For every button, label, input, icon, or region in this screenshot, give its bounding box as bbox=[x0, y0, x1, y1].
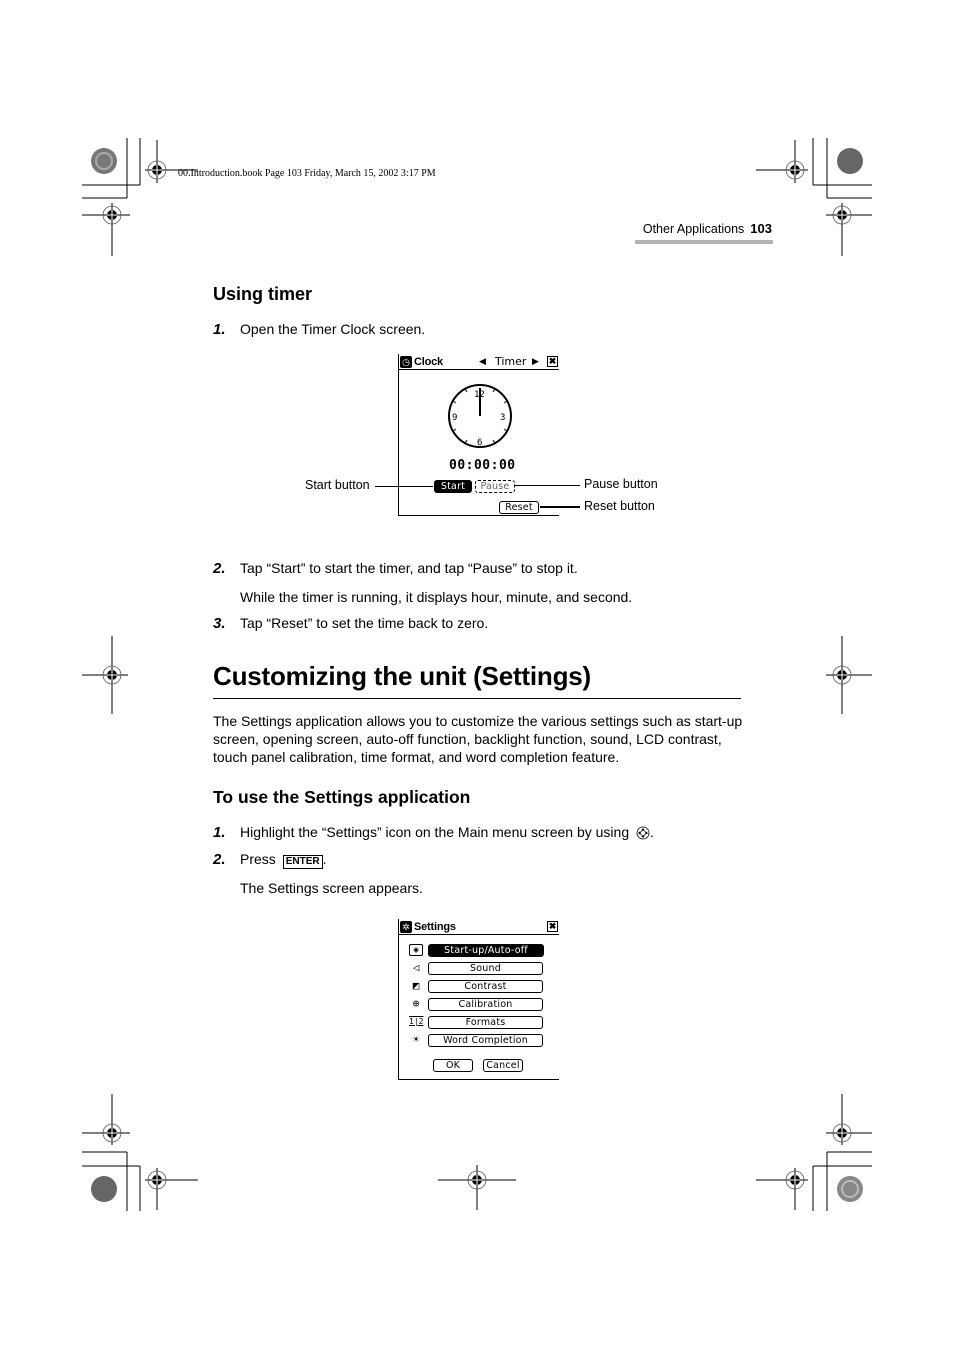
file-slug: 00.Introduction.book Page 103 Friday, Ma… bbox=[178, 168, 436, 179]
reset-button[interactable]: Reset bbox=[499, 501, 539, 514]
enter-key: ENTER bbox=[282, 855, 323, 869]
section-heading-settings: Customizing the unit (Settings) bbox=[213, 661, 591, 691]
lightbulb-icon: ☀ bbox=[412, 1033, 420, 1046]
timer-app-title: Clock bbox=[414, 355, 443, 368]
menu-item-formats[interactable]: Formats bbox=[428, 1016, 543, 1029]
step-text: Tap “Start” to start the timer, and tap … bbox=[240, 560, 578, 576]
leader-start bbox=[375, 486, 433, 487]
timer-readout: 00:00:00 bbox=[449, 458, 516, 473]
heading-rule bbox=[213, 698, 741, 699]
step-text: Press bbox=[240, 851, 276, 867]
step-text: Open the Timer Clock screen. bbox=[240, 321, 426, 337]
settings-step-2-note: The Settings screen appears. bbox=[240, 880, 423, 896]
cancel-button[interactable]: Cancel bbox=[483, 1059, 523, 1072]
step-text: Highlight the “Settings” icon on the Mai… bbox=[240, 824, 630, 840]
running-head-bar bbox=[635, 240, 773, 244]
timer-titlebar: ◷ Clock ◀ Timer ▶ ✖ bbox=[399, 354, 559, 370]
prev-mode-icon[interactable]: ◀ bbox=[479, 356, 486, 367]
speaker-icon: ◁ bbox=[412, 961, 420, 974]
callout-start: Start button bbox=[305, 478, 370, 492]
dial-3: 3 bbox=[500, 413, 505, 423]
timer-step-2-note: While the timer is running, it displays … bbox=[240, 589, 633, 605]
settings-titlebar: ✲ Settings ✖ bbox=[399, 919, 559, 935]
punctuation: . bbox=[650, 824, 654, 840]
settings-step-2: 2. Press ENTER. bbox=[213, 851, 326, 869]
section-heading-timer: Using timer bbox=[213, 284, 313, 304]
timer-step-1: 1. Open the Timer Clock screen. bbox=[213, 321, 425, 338]
step-number: 1. bbox=[213, 321, 226, 338]
crosshair-icon: ⊕ bbox=[412, 997, 420, 1010]
step-number: 2. bbox=[213, 560, 226, 577]
running-head-section: Other Applications bbox=[642, 222, 745, 236]
timer-screen: ◷ Clock ◀ Timer ▶ ✖ 12 3 6 9 00:00:00 St… bbox=[398, 354, 559, 516]
callout-pause: Pause button bbox=[584, 477, 658, 491]
clock-icon: ◷ bbox=[400, 355, 412, 368]
timer-step-3: 3. Tap “Reset” to set the time back to ze… bbox=[213, 615, 488, 632]
gear-icon: ✲ bbox=[400, 920, 412, 933]
next-mode-icon[interactable]: ▶ bbox=[532, 356, 539, 367]
settings-app-title: Settings bbox=[414, 920, 456, 933]
settings-step-1: 1. Highlight the “Settings” icon on the M… bbox=[213, 824, 654, 841]
close-icon[interactable]: ✖ bbox=[547, 921, 558, 932]
leader-reset bbox=[540, 506, 580, 508]
close-icon[interactable]: ✖ bbox=[547, 356, 558, 367]
ok-button[interactable]: OK bbox=[433, 1059, 473, 1072]
menu-item-startup-auto-off[interactable]: Start-up/Auto-off bbox=[428, 944, 544, 957]
step-text: Tap “Reset” to set the time back to zero… bbox=[240, 615, 489, 631]
running-head: Other Applications 103 bbox=[643, 221, 772, 236]
subheading-settings-app: To use the Settings application bbox=[213, 787, 471, 807]
punctuation: . bbox=[322, 851, 327, 867]
dial-9: 9 bbox=[452, 413, 457, 423]
menu-item-word-completion[interactable]: Word Completion bbox=[428, 1034, 543, 1047]
settings-intro: The Settings application allows you to c… bbox=[213, 713, 743, 765]
formats-icon: 1|2 bbox=[409, 1017, 424, 1026]
leader-pause bbox=[515, 485, 580, 486]
settings-screen: ✲ Settings ✖ ◉ Start-up/Auto-off ◁ Sound… bbox=[398, 919, 559, 1080]
mode-label: Timer bbox=[495, 355, 527, 368]
contrast-icon: ◩ bbox=[412, 979, 420, 992]
pause-button[interactable]: Pause bbox=[475, 480, 515, 493]
navigation-pad-icon bbox=[636, 826, 650, 840]
step-number: 3. bbox=[213, 615, 226, 632]
step-number: 2. bbox=[213, 851, 226, 868]
menu-item-sound[interactable]: Sound bbox=[428, 962, 543, 975]
timer-step-2: 2. Tap “Start” to start the timer, and ta… bbox=[213, 560, 578, 577]
page-number: 103 bbox=[750, 221, 772, 236]
step-number: 1. bbox=[213, 824, 226, 841]
clock-face: 12 3 6 9 bbox=[448, 384, 512, 448]
callout-reset: Reset button bbox=[584, 499, 655, 513]
menu-item-calibration[interactable]: Calibration bbox=[428, 998, 543, 1011]
dial-6: 6 bbox=[477, 438, 482, 448]
dial-12: 12 bbox=[474, 390, 485, 400]
menu-item-contrast[interactable]: Contrast bbox=[428, 980, 543, 993]
startup-icon: ◉ bbox=[409, 944, 423, 956]
start-button[interactable]: Start bbox=[434, 480, 472, 493]
